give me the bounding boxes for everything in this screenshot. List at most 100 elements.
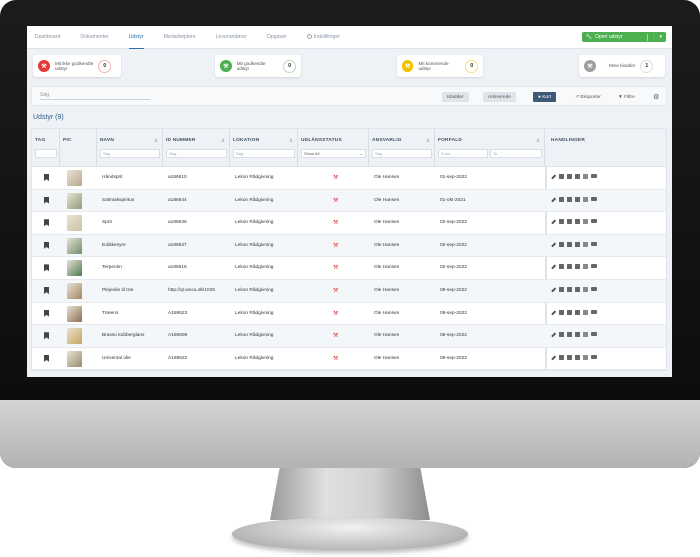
filter-udlaan-select[interactable]: Show All ⌄ [301,149,366,158]
wrench-icon[interactable]: ⚒ [333,174,338,181]
calendar-icon[interactable] [559,309,564,315]
bookmark-icon[interactable] [44,196,49,204]
comment-icon[interactable] [591,241,597,246]
delete-icon[interactable] [575,332,580,338]
col-id[interactable]: ID NUMMER ⇕ [163,129,230,167]
copy-icon[interactable] [567,309,572,315]
tab-udstyr[interactable]: Udstyr [128,26,144,49]
col-tag[interactable]: TAG [32,129,60,167]
product-thumbnail[interactable] [67,215,82,232]
cell-navn[interactable]: Brasso kobberglans [102,333,144,338]
delete-icon[interactable] [575,241,580,247]
copy-icon[interactable] [567,354,572,360]
edit-icon[interactable] [551,197,556,202]
cell-navn[interactable]: Træens [102,311,118,316]
bookmark-icon[interactable] [44,332,49,340]
wrench-icon[interactable]: ⚒ [333,332,338,339]
card-not-approved[interactable]: ⚒ Mit ikke godkendte udstyr 0 [33,55,121,77]
copy-icon[interactable] [567,332,572,338]
filter-id[interactable]: Søg [166,149,227,158]
table-row[interactable]: Terpentin a186616 Lekon Rådgivning ⚒ Ole Han… [32,257,666,280]
card-drafts[interactable]: ⚒ Mine kladder 1 [579,55,665,77]
copy-icon[interactable] [567,264,572,270]
table-row[interactable]: Plejeolie til træ http://qr.woca.dk/1028 L… [32,280,666,303]
bookmark-icon[interactable] [44,354,49,362]
tab-opgaver[interactable]: Opgaver [267,26,287,49]
search-input[interactable]: Søg [40,92,150,100]
cell-navn[interactable]: Sprit [102,220,112,225]
document-icon[interactable] [583,264,588,270]
product-thumbnail[interactable] [67,237,82,254]
product-thumbnail[interactable] [67,170,82,186]
col-udlaan[interactable]: UDLÅNSSTATUS [298,129,369,167]
edit-icon[interactable] [551,332,556,338]
table-row[interactable]: Håndsprit a186610 Lekon Rådgivning ⚒ Ole Han… [32,167,666,190]
cell-navn[interactable]: Universal olie [102,356,131,361]
comment-icon[interactable] [591,174,597,178]
col-forfald[interactable]: FORFALD ⇕ [435,129,545,167]
document-icon[interactable] [583,219,588,225]
document-icon[interactable] [583,309,588,315]
calendar-icon[interactable] [559,354,564,360]
delete-icon[interactable] [575,174,580,179]
product-thumbnail[interactable] [67,305,82,322]
comment-icon[interactable] [591,196,597,201]
edit-icon[interactable] [551,310,556,315]
wrench-icon[interactable]: ⚒ [333,287,338,294]
filter-navn[interactable]: Søg [100,149,160,158]
col-lokation[interactable]: LOKATION ⇕ [230,129,298,167]
product-thumbnail[interactable] [67,283,82,299]
cell-navn[interactable]: Salmiakspiritus [102,198,134,203]
calendar-icon[interactable] [559,219,564,225]
edit-icon[interactable] [551,242,556,247]
card-upcoming[interactable]: ⚒ Mit kommende udstyr 0 [397,55,483,77]
table-row[interactable]: Brasso kobberglans A188608 Lekon Rådgivnin… [32,325,666,348]
copy-icon[interactable] [567,241,572,247]
edit-icon[interactable] [551,219,556,225]
copy-icon[interactable] [567,219,572,225]
comment-icon[interactable] [591,264,597,269]
edit-icon[interactable] [551,174,556,180]
wrench-icon[interactable]: ⚒ [333,355,338,362]
wrench-icon[interactable]: ⚒ [333,242,338,249]
table-row[interactable]: Salmiakspiritus a186644 Lekon Rådgivning ⚒ O… [32,189,666,213]
document-icon[interactable] [583,196,588,202]
wrench-icon[interactable]: ⚒ [333,310,338,317]
document-icon[interactable] [583,287,588,292]
delete-icon[interactable] [575,354,580,360]
arkiverede-button[interactable]: Arkiverede [483,92,516,102]
wrench-icon[interactable]: ⚒ [333,264,338,271]
settings-gear-icon[interactable]: ⚙ [648,92,664,102]
bookmark-icon[interactable] [44,264,49,272]
product-thumbnail[interactable] [67,328,82,345]
tab-indstillinger[interactable]: Indstillinger [306,26,340,49]
product-thumbnail[interactable] [67,260,82,277]
delete-icon[interactable] [575,196,580,202]
col-navn[interactable]: NAVN ⇕ [97,129,163,167]
col-ansvarlig[interactable]: ANSVARLIG ⇕ [369,129,435,167]
bookmark-icon[interactable] [44,287,49,294]
filter-lokation[interactable]: Søg [233,149,295,158]
kladder-button[interactable]: Kladder [442,92,469,102]
delete-icon[interactable] [575,264,580,270]
product-thumbnail[interactable] [67,350,82,367]
export-button[interactable]: ↗ Eksporter [570,92,606,102]
map-button[interactable]: ● Kort [533,92,557,102]
edit-icon[interactable] [551,355,556,360]
document-icon[interactable] [583,332,588,338]
calendar-icon[interactable] [559,287,564,292]
table-row[interactable]: Træens A188623 Lekon Rådgivning ⚒ Ole Hansen… [32,303,666,326]
calendar-icon[interactable] [559,241,564,247]
delete-icon[interactable] [575,309,580,315]
copy-icon[interactable] [567,174,572,179]
delete-icon[interactable] [575,287,580,292]
comment-icon[interactable] [591,309,597,314]
comment-icon[interactable] [591,354,597,359]
bookmark-icon[interactable] [44,241,49,249]
calendar-icon[interactable] [559,174,564,179]
filter-from[interactable]: From [438,149,488,158]
filter-ansvarlig[interactable]: Søg [372,149,432,158]
calendar-icon[interactable] [559,264,564,270]
tab-dokumenter[interactable]: Dokumenter [80,26,108,49]
product-thumbnail[interactable] [67,192,82,209]
